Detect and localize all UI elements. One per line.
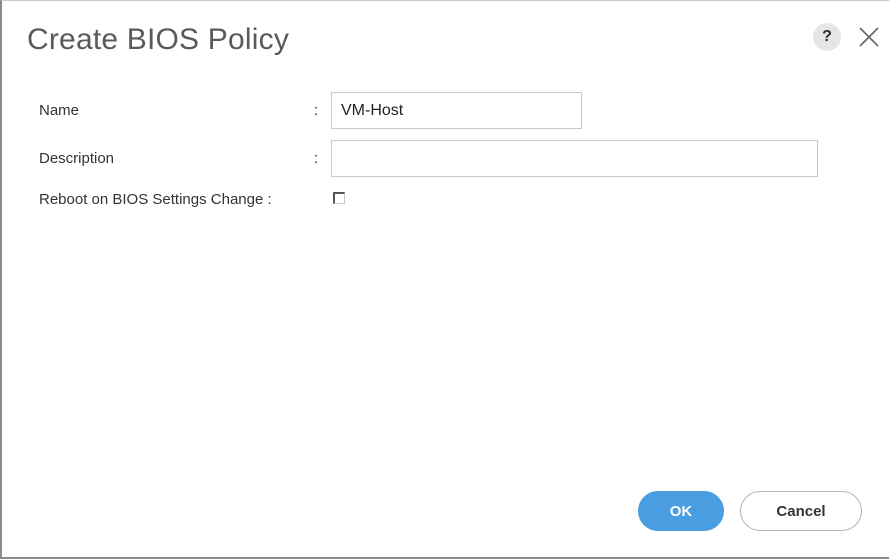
cancel-button[interactable]: Cancel [740,491,862,531]
name-separator: : [314,102,319,119]
dialog-title: Create BIOS Policy [27,23,290,56]
reboot-label: Reboot on BIOS Settings Change : [39,191,272,208]
description-input[interactable] [331,140,818,177]
close-icon[interactable] [855,23,883,51]
name-label: Name [39,102,80,119]
reboot-checkbox[interactable] [333,192,345,204]
description-separator: : [314,150,319,167]
help-icon[interactable]: ? [813,23,841,51]
description-label: Description [39,150,115,167]
create-bios-policy-dialog: Create BIOS Policy ? Name : Description … [0,0,889,559]
ok-button[interactable]: OK [638,491,724,531]
name-input[interactable] [331,92,582,129]
close-x-icon [859,27,879,47]
